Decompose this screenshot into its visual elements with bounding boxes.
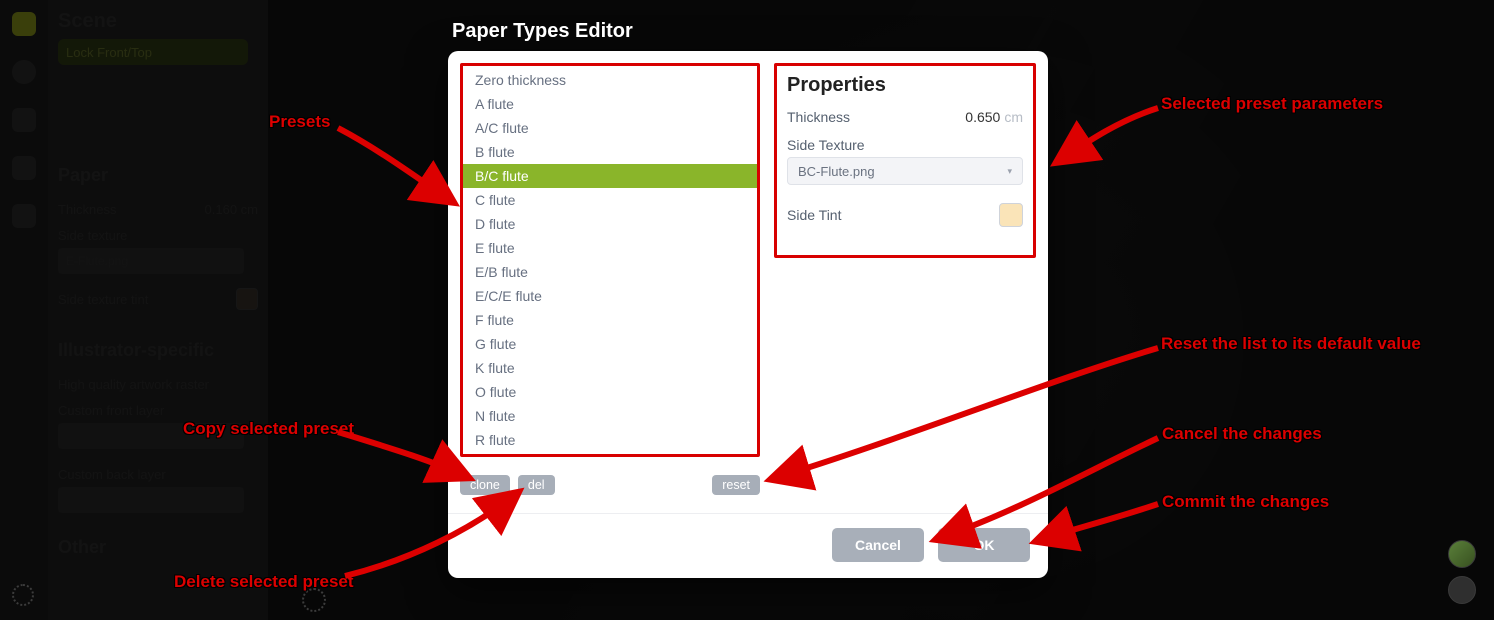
side-tint-label: Side Tint <box>787 207 841 223</box>
preset-item[interactable]: C flute <box>463 188 757 212</box>
cancel-button[interactable]: Cancel <box>832 528 924 562</box>
thickness-value[interactable]: 0.650cm <box>965 109 1023 125</box>
side-texture-dropdown[interactable]: BC-Flute.png ▾ <box>787 157 1023 185</box>
preset-item[interactable]: D flute <box>463 212 757 236</box>
preset-item[interactable]: A flute <box>463 92 757 116</box>
presets-list[interactable]: Zero thicknessA fluteA/C fluteB fluteB/C… <box>460 63 760 457</box>
floating-action-2 <box>1448 576 1476 604</box>
properties-column: Properties Thickness 0.650cm Side Textur… <box>774 63 1036 495</box>
side-texture-value: BC-Flute.png <box>798 164 875 179</box>
preset-item[interactable]: F flute <box>463 308 757 332</box>
preset-item[interactable]: R flute <box>463 428 757 452</box>
thickness-label: Thickness <box>787 109 850 125</box>
properties-title: Properties <box>787 74 1023 97</box>
reset-button[interactable]: reset <box>712 475 760 495</box>
preset-item[interactable]: E/B flute <box>463 260 757 284</box>
delete-button[interactable]: del <box>518 475 555 495</box>
presets-column: Zero thicknessA fluteA/C fluteB fluteB/C… <box>460 63 760 495</box>
ok-button[interactable]: OK <box>938 528 1030 562</box>
paper-types-editor-dialog: Paper Types Editor Zero thicknessA flute… <box>448 20 1048 578</box>
preset-item[interactable]: K flute <box>463 356 757 380</box>
dialog-body: Zero thicknessA fluteA/C fluteB fluteB/C… <box>448 51 1048 578</box>
floating-action-1 <box>1448 540 1476 568</box>
preset-item[interactable]: Zero thickness <box>463 68 757 92</box>
chevron-down-icon: ▾ <box>1007 166 1012 177</box>
preset-item[interactable]: N flute <box>463 404 757 428</box>
side-texture-label: Side Texture <box>787 137 865 153</box>
properties-box: Properties Thickness 0.650cm Side Textur… <box>774 63 1036 258</box>
preset-item[interactable]: A/C flute <box>463 116 757 140</box>
preset-item[interactable]: B/C flute <box>463 164 757 188</box>
preset-item[interactable]: E flute <box>463 236 757 260</box>
dialog-title: Paper Types Editor <box>452 20 1048 43</box>
clone-button[interactable]: clone <box>460 475 510 495</box>
gear-icon <box>12 584 34 606</box>
preset-item[interactable]: O flute <box>463 380 757 404</box>
preset-item[interactable]: B flute <box>463 140 757 164</box>
loading-icon <box>302 588 326 612</box>
preset-item[interactable]: E/C/E flute <box>463 284 757 308</box>
preset-item[interactable]: G flute <box>463 332 757 356</box>
side-tint-swatch[interactable] <box>999 203 1023 227</box>
